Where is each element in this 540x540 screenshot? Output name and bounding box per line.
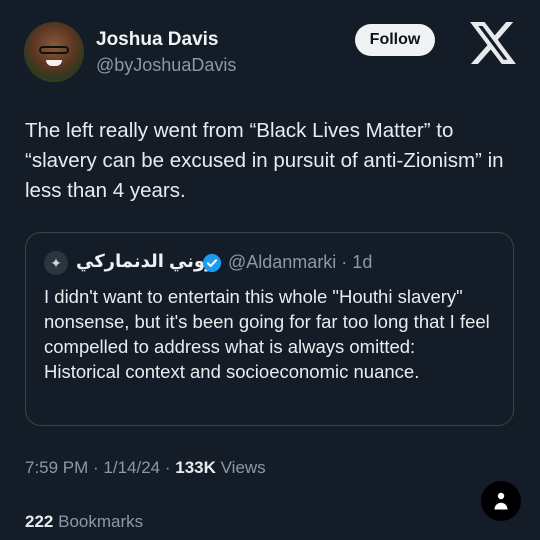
verified-badge-icon (202, 253, 222, 273)
author-display-name[interactable]: Joshua Davis (96, 29, 219, 51)
avatar-smile (46, 60, 62, 66)
quoted-tweet[interactable]: ✦ روني الدنماركي @Aldanmarki · 1d I didn… (25, 232, 514, 426)
views-count: 133K (175, 458, 216, 477)
accessibility-icon[interactable] (481, 481, 521, 521)
quoted-tweet-text: I didn't want to entertain this whole "H… (44, 286, 490, 382)
tweet-date[interactable]: 1/14/24 (103, 458, 160, 477)
tweet-text: The left really went from “Black Lives M… (25, 119, 504, 202)
author-handle[interactable]: @byJoshuaDavis (96, 55, 236, 76)
quoted-author-avatar[interactable]: ✦ (44, 251, 68, 275)
meta-separator: · (88, 458, 104, 477)
tweet-card: Joshua Davis @byJoshuaDavis Follow The l… (0, 0, 540, 540)
views-label: Views (220, 458, 266, 477)
person-icon (494, 492, 508, 510)
x-logo-icon (470, 22, 516, 64)
author-avatar[interactable] (24, 22, 84, 82)
quoted-author-handle-and-time[interactable]: @Aldanmarki · 1d (228, 252, 372, 273)
bookmarks-label: Bookmarks (58, 512, 144, 531)
meta-separator: · (160, 458, 176, 477)
bookmarks-count: 222 (25, 512, 54, 531)
tweet-time[interactable]: 7:59 PM (25, 458, 88, 477)
bookmarks-stat[interactable]: 222 Bookmarks (25, 512, 143, 532)
quoted-author-display-name[interactable]: روني الدنماركي (76, 251, 215, 272)
avatar-glasses (39, 46, 69, 54)
tweet-meta: 7:59 PM · 1/14/24 · 133K Views (25, 458, 266, 478)
follow-button[interactable]: Follow (355, 24, 435, 56)
